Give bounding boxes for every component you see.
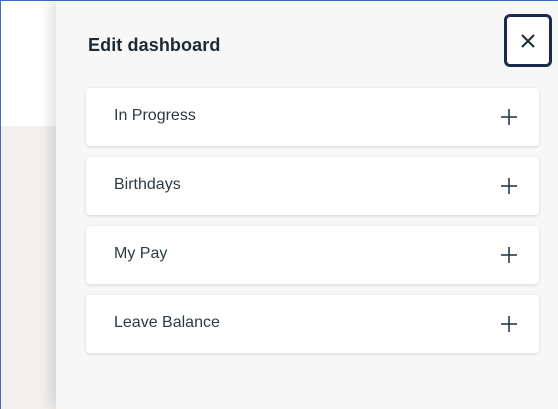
widget-label: Leave Balance (114, 314, 220, 331)
widget-list: In Progress Birthdays My Pay Leave Balan… (86, 88, 539, 364)
close-button[interactable] (504, 14, 552, 67)
page-backdrop-band (1, 126, 61, 409)
edit-dashboard-panel: Edit dashboard In Progress Birthdays My … (56, 1, 558, 409)
widget-card-in-progress[interactable]: In Progress (86, 88, 539, 146)
plus-icon[interactable] (500, 108, 518, 126)
widget-card-my-pay[interactable]: My Pay (86, 226, 539, 284)
widget-label: Birthdays (114, 176, 181, 193)
widget-label: In Progress (114, 107, 196, 124)
widget-label: My Pay (114, 245, 168, 262)
plus-icon[interactable] (500, 177, 518, 195)
panel-title: Edit dashboard (88, 35, 221, 55)
plus-icon[interactable] (500, 246, 518, 264)
close-icon (521, 33, 535, 48)
widget-card-birthdays[interactable]: Birthdays (86, 157, 539, 215)
widget-card-leave-balance[interactable]: Leave Balance (86, 295, 539, 353)
plus-icon[interactable] (500, 315, 518, 333)
